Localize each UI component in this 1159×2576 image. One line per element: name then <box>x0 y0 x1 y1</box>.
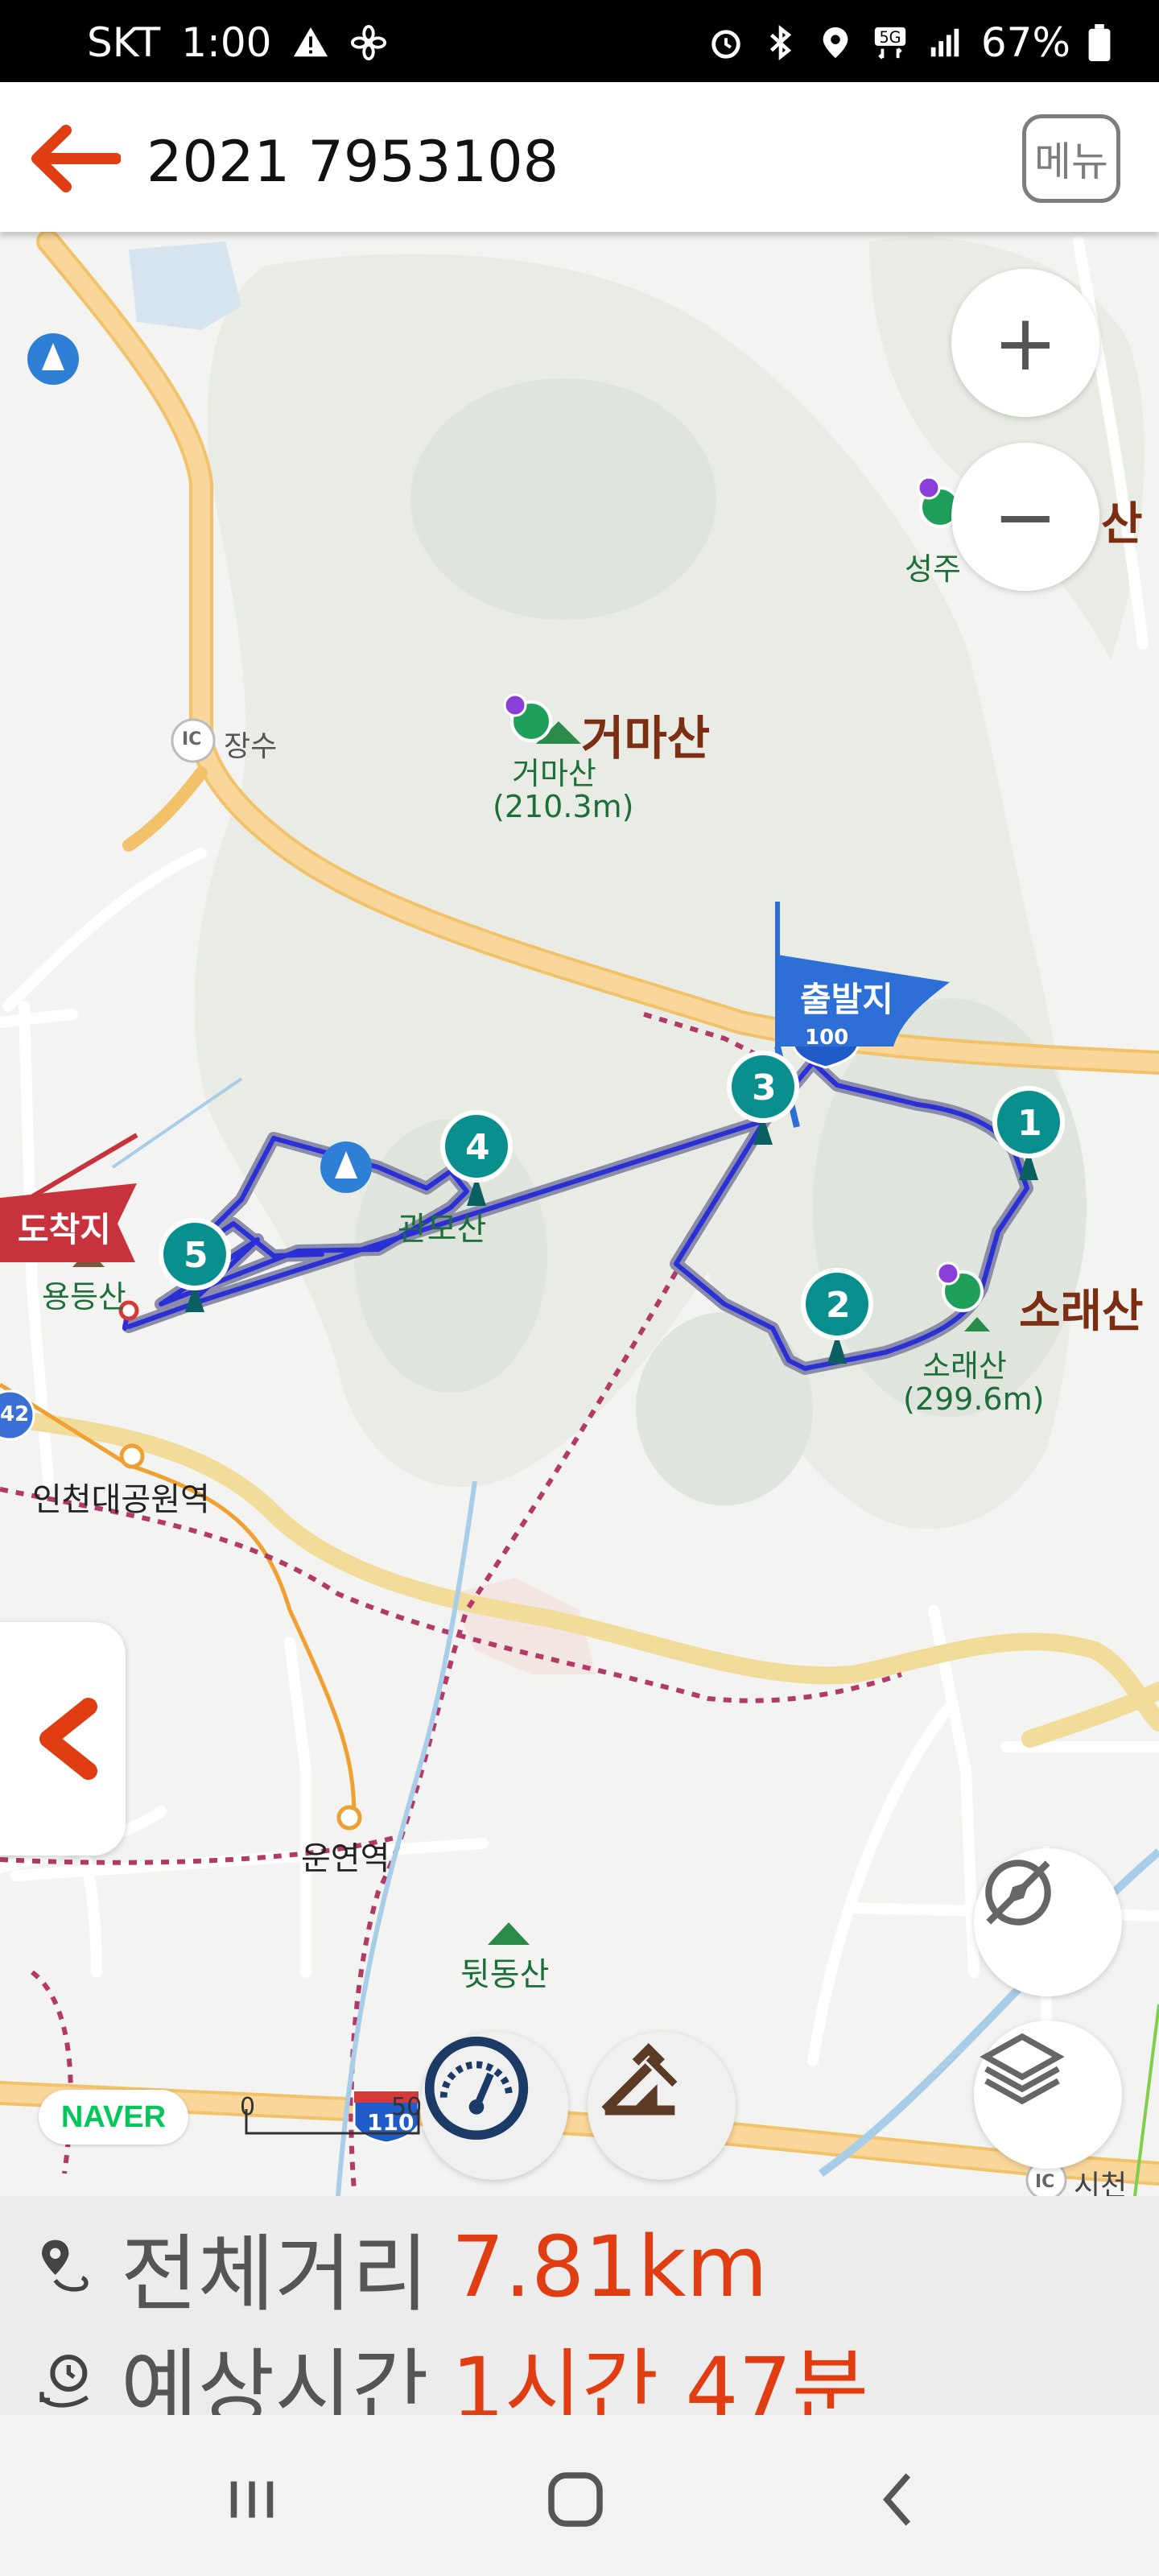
waypoint-number: 1 <box>1017 1103 1042 1144</box>
waypoint-number: 3 <box>752 1067 777 1108</box>
route-info-panel: 전체거리 7.81km 예상시간 1시간 47분 <box>0 2196 1159 2438</box>
waypoint-number: 2 <box>826 1285 851 1326</box>
back-icon[interactable] <box>863 2463 935 2536</box>
start-flag-label: 출발지 <box>800 980 893 1019</box>
end-flag-label: 도착지 <box>18 1210 111 1249</box>
signal-icon <box>930 28 959 57</box>
app-bar: 2021 7953108 메뉴 <box>0 82 1159 232</box>
collapse-panel-button[interactable] <box>0 1622 126 1856</box>
map-view[interactable]: IC 장수 거마산 거마산 (210.3m) 성주 산 소래산 소래산 (299… <box>0 232 1159 2196</box>
map-label-dwitdongsan: 뒷동산 <box>460 1956 550 1993</box>
map-label-soraesan-sub: 소래산 <box>922 1348 1007 1384</box>
battery-percent: 67% <box>980 19 1070 66</box>
map-label-kwanmosan: 관모산 <box>398 1211 487 1248</box>
battery-icon <box>1088 24 1111 61</box>
water-area <box>129 242 241 330</box>
back-arrow-icon[interactable] <box>24 122 121 195</box>
distance-row: 전체거리 7.81km <box>34 2206 768 2327</box>
map-label-soraesan-height: (299.6m) <box>903 1381 1045 1417</box>
compass-off-icon <box>985 1860 1051 1926</box>
clock: 1:00 <box>181 19 272 66</box>
waypoint-number: 4 <box>465 1127 490 1168</box>
location-icon <box>823 27 848 59</box>
map-label-incheon-station: 인천대공원역 <box>32 1481 210 1518</box>
waypoint-number: 5 <box>184 1235 208 1276</box>
road-shield-100-label: 100 <box>805 1026 849 1050</box>
scale-label-0: 0 <box>240 2093 256 2121</box>
system-nav-bar <box>0 2415 1159 2576</box>
map-label-soraesan: 소래산 <box>1019 1286 1144 1338</box>
fan-icon <box>351 24 387 61</box>
map-label-ic: IC <box>182 729 202 749</box>
status-bar: SKT 1:00 5G 67% <box>0 0 1159 82</box>
elevation-icon <box>601 2043 678 2116</box>
menu-button[interactable]: 메뉴 <box>1022 114 1120 203</box>
map-label-yongdeungsan: 용등산 <box>42 1279 126 1315</box>
map-label-sicheon: 시천 <box>1074 2169 1128 2196</box>
zoom-out-button[interactable]: − <box>951 443 1099 591</box>
chevron-left-icon <box>39 1698 97 1780</box>
naver-logo: NAVER <box>39 2090 188 2145</box>
station-dot <box>119 1443 145 1469</box>
zoom-in-label: + <box>992 298 1058 388</box>
speedometer-button[interactable] <box>420 2032 568 2180</box>
route-time-icon <box>39 2354 89 2408</box>
carrier: SKT <box>87 19 161 66</box>
station-dot <box>336 1805 362 1831</box>
recent-apps-icon[interactable] <box>216 2463 288 2536</box>
zoom-in-button[interactable]: + <box>951 269 1099 417</box>
home-icon[interactable] <box>539 2463 612 2536</box>
map-label-seongju: 성주 <box>905 551 961 587</box>
warning-icon <box>294 27 328 57</box>
compass-button[interactable] <box>974 1848 1122 1996</box>
5g-icon: 5G <box>874 27 906 60</box>
distance-label: 전체거리 <box>121 2225 429 2323</box>
map-label-gomasan-height: (210.3m) <box>493 789 634 824</box>
road-shield-42-label: 42 <box>0 1402 30 1426</box>
elevation-button[interactable] <box>588 2032 736 2180</box>
route-distance-icon <box>42 2240 89 2292</box>
map-label-ic-bottom: IC <box>1035 2172 1055 2192</box>
map-label-seongju-right: 산 <box>1101 498 1143 551</box>
page-title: 2021 7953108 <box>146 129 559 195</box>
svg-text:5G: 5G <box>879 28 901 47</box>
bluetooth-icon <box>769 24 791 61</box>
distance-value: 7.81km <box>451 2217 768 2316</box>
map-label-jangsu: 장수 <box>224 730 278 763</box>
layers-button[interactable] <box>974 2021 1122 2169</box>
layers-icon <box>980 2033 1065 2105</box>
scale-label-50: 50 <box>391 2093 423 2121</box>
speedometer-icon <box>424 2036 529 2140</box>
zoom-out-label: − <box>992 472 1058 562</box>
map-label-unyeon-station: 운연역 <box>301 1840 390 1877</box>
map-label-gomasan-sub: 거마산 <box>512 756 596 791</box>
alarm-icon <box>711 30 740 59</box>
map-label-gomasan: 거마산 <box>581 711 711 766</box>
